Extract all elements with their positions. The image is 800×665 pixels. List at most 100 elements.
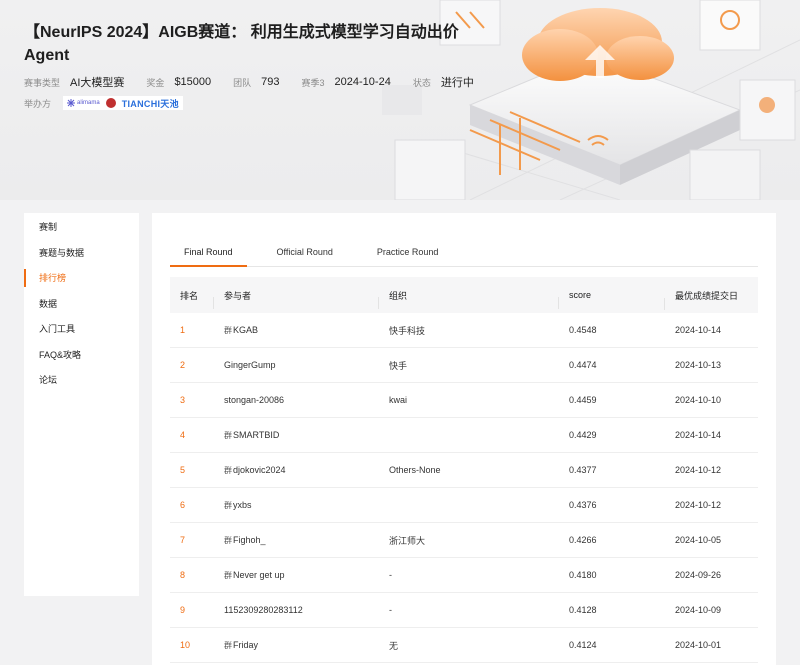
header-best-date[interactable]: 最优成绩提交日 <box>665 289 758 302</box>
organization-cell: - <box>389 605 392 615</box>
score-cell: 0.4124 <box>569 640 597 650</box>
competition-title: 【NeurIPS 2024】AIGB赛道： 利用生成式模型学习自动出价Agent <box>24 24 459 64</box>
rank-cell: 3 <box>180 395 186 405</box>
organization-cell: 浙江师大 <box>389 535 426 546</box>
score-cell: 0.4474 <box>569 360 597 370</box>
participant-cell[interactable]: stongan-20086 <box>214 395 379 405</box>
table-row: 1 群 KGAB 快手科技 0.4548 2024-10-14 <box>170 313 758 348</box>
meta-type-value: AI大模型赛 <box>70 77 125 89</box>
participant-name[interactable]: Friday <box>233 640 258 650</box>
participant-name[interactable]: KGAB <box>233 325 258 335</box>
score-cell: 0.4377 <box>569 465 597 475</box>
rank-cell: 9 <box>180 605 186 615</box>
seal-logo[interactable] <box>105 98 116 108</box>
team-icon: 群 <box>224 570 232 580</box>
tab-round[interactable]: Practice Round <box>363 239 453 266</box>
participant-cell[interactable]: 群 Never get up <box>214 570 379 581</box>
score-cell: 0.4459 <box>569 395 597 405</box>
table-row: 8 群 Never get up -0.4180 2024-09-26 <box>170 558 758 593</box>
competition-sidebar: 赛制 赛题与数据 排行榜 数据 入门工具 FAQ&攻略 论坛 <box>24 213 139 596</box>
rank-cell: 6 <box>180 500 186 510</box>
tab-round[interactable]: Final Round <box>170 239 247 267</box>
leaderboard-table: 排名 参与者 组织 score 最优成绩提交日 1 群 KGAB 快手科技 0.4548… <box>170 277 758 663</box>
header-rank[interactable]: 排名 <box>170 289 214 309</box>
table-row: 10 群 Friday 无 0.4124 2024-10-01 <box>170 628 758 663</box>
date-cell: 2024-10-09 <box>675 605 722 615</box>
sidebar-item[interactable]: 排行榜 <box>24 265 139 291</box>
header-participant[interactable]: 参与者 <box>214 289 379 309</box>
participant-name[interactable]: Never get up <box>233 570 285 580</box>
table-row: 6 群 yxbs 0.4376 2024-10-12 <box>170 488 758 523</box>
organizer-row: 举办方 alimama TIANCHI天池 <box>24 96 183 110</box>
alimama-logo[interactable]: alimama <box>67 99 100 107</box>
score-cell: 0.4429 <box>569 430 597 440</box>
organization-cell: 快手科技 <box>389 325 426 336</box>
organizer-label: 举办方 <box>24 98 52 109</box>
participant-name[interactable]: 1152309280283112 <box>224 605 303 615</box>
date-cell: 2024-10-14 <box>675 430 722 440</box>
sidebar-item[interactable]: 入门工具 <box>24 316 139 342</box>
participant-cell[interactable]: 群 KGAB <box>214 325 379 336</box>
participant-name[interactable]: GingerGump <box>224 360 276 370</box>
meta-prize-label: 奖金 <box>146 77 165 88</box>
team-icon: 群 <box>224 325 232 335</box>
tianchi-logo[interactable]: TIANCHI天池 <box>122 97 179 110</box>
team-icon: 群 <box>224 535 232 545</box>
date-cell: 2024-10-01 <box>675 640 722 650</box>
participant-cell[interactable]: 1152309280283112 <box>214 605 379 615</box>
participant-cell[interactable]: 群 yxbs <box>214 500 379 511</box>
participant-name[interactable]: Fighoh_ <box>233 535 266 545</box>
sidebar-item[interactable]: 赛题与数据 <box>24 240 139 266</box>
rank-cell: 2 <box>180 360 186 370</box>
table-row: 3 stongan-20086 kwai 0.4459 2024-10-10 <box>170 383 758 418</box>
date-cell: 2024-09-26 <box>675 570 722 580</box>
participant-name[interactable]: yxbs <box>233 500 252 510</box>
participant-name[interactable]: stongan-20086 <box>224 395 284 405</box>
participant-name[interactable]: djokovic2024 <box>233 465 286 475</box>
table-row: 2 GingerGump 快手 0.4474 2024-10-13 <box>170 348 758 383</box>
meta-status-value: 进行中 <box>440 77 474 89</box>
meta-type-label: 赛事类型 <box>24 77 61 88</box>
meta-season-label: 赛季3 <box>301 77 325 88</box>
header-score[interactable]: score <box>559 290 665 310</box>
sidebar-item[interactable]: 数据 <box>24 291 139 317</box>
team-icon: 群 <box>224 430 232 440</box>
participant-cell[interactable]: 群 Fighoh_ <box>214 535 379 546</box>
table-row: 7 群 Fighoh_ 浙江师大 0.4266 2024-10-05 <box>170 523 758 558</box>
meta-teams-value: 793 <box>261 76 280 88</box>
date-cell: 2024-10-12 <box>675 500 722 510</box>
snowflake-icon <box>67 99 76 107</box>
table-row: 9 1152309280283112 - 0.4128 2024-10-09 <box>170 593 758 628</box>
meta-status-label: 状态 <box>412 77 431 88</box>
participant-cell[interactable]: 群 Friday <box>214 640 379 651</box>
participant-name[interactable]: SMARTBID <box>233 430 279 440</box>
participant-cell[interactable]: 群 SMARTBID <box>214 430 379 441</box>
team-icon: 群 <box>224 640 232 650</box>
organizer-logos: alimama TIANCHI天池 <box>63 96 183 110</box>
sidebar-item[interactable]: 赛制 <box>24 214 139 240</box>
organization-cell: kwai <box>389 395 408 405</box>
date-cell: 2024-10-14 <box>675 325 722 335</box>
table-header: 排名 参与者 组织 score 最优成绩提交日 <box>170 277 758 313</box>
rank-cell: 5 <box>180 465 186 475</box>
date-cell: 2024-10-12 <box>675 465 722 475</box>
leaderboard-panel: Final Round Official Round Practice Round … <box>152 213 776 665</box>
score-cell: 0.4548 <box>569 325 597 335</box>
organization-cell: Others-None <box>389 465 441 475</box>
meta-teams-label: 团队 <box>233 77 252 88</box>
header-organization[interactable]: 组织 <box>379 289 559 309</box>
table-row: 4 群 SMARTBID 0.4429 2024-10-14 <box>170 418 758 453</box>
participant-cell[interactable]: 群 djokovic2024 <box>214 465 379 476</box>
score-cell: 0.4376 <box>569 500 597 510</box>
rank-cell: 8 <box>180 570 186 580</box>
rank-cell: 10 <box>180 640 191 650</box>
competition-banner: 【NeurIPS 2024】AIGB赛道： 利用生成式模型学习自动出价Agent… <box>0 0 800 200</box>
team-icon: 群 <box>224 500 232 510</box>
competition-meta: 赛事类型 AI大模型赛 奖金 $15000 团队 793 赛季3 2024-10… <box>24 74 496 90</box>
sidebar-item[interactable]: 论坛 <box>24 367 139 393</box>
participant-cell[interactable]: GingerGump <box>214 360 379 370</box>
sidebar-item[interactable]: FAQ&攻略 <box>24 342 139 368</box>
tab-round[interactable]: Official Round <box>263 239 347 266</box>
date-cell: 2024-10-05 <box>675 535 722 545</box>
table-body: 1 群 KGAB 快手科技 0.4548 2024-10-14 2 GingerGump 快手 0… <box>170 313 758 663</box>
